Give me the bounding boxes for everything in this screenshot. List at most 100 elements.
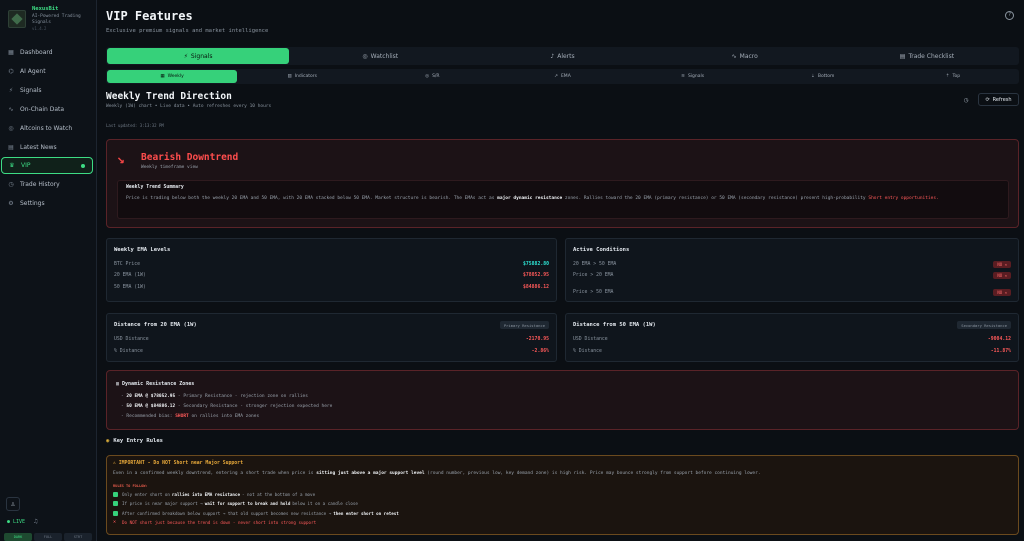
sidebar: NexusBit AI-Powered Trading Signals v1.4… bbox=[0, 0, 97, 541]
tab-label: Top bbox=[952, 74, 961, 79]
conditions-panel: Active Conditions 20 EMA > 50 EMA NO ✕ Pri… bbox=[565, 238, 1019, 302]
last-updated: Last updated: 3:13:32 PM bbox=[106, 123, 164, 128]
tab-indicators[interactable]: ▥ Indicators bbox=[237, 70, 367, 83]
summary-part-1: Price is trading below both the weekly 2… bbox=[126, 196, 498, 201]
user-icon[interactable]: ♙ bbox=[6, 497, 20, 511]
sidebar-item-dashboard[interactable]: ▦ Dashboard bbox=[1, 44, 93, 61]
rule-pre: Do NOT short just because the trend is d… bbox=[122, 520, 317, 525]
tab-weekly[interactable]: ▦ Weekly bbox=[107, 70, 238, 83]
bulb-icon: ◉ bbox=[106, 438, 110, 444]
mode-switch: DARK FULL STRT bbox=[4, 533, 92, 541]
key-entry-rules-heading: ◉ Key Entry Rules bbox=[106, 438, 163, 444]
bias-value: SHORT bbox=[175, 414, 189, 419]
tab-icon: ▤ bbox=[899, 52, 906, 60]
eye-icon: ◎ bbox=[8, 125, 14, 132]
data-row: 50 EMA (1W) $84886.12 bbox=[114, 283, 549, 291]
tab-icon: ⇣ bbox=[811, 74, 815, 79]
rule-item: After confirmed breakdown below support … bbox=[113, 511, 401, 516]
row-label: USD Distance bbox=[114, 336, 149, 342]
tab-ema[interactable]: ↗ EMA bbox=[497, 70, 627, 83]
check-icon bbox=[113, 511, 118, 516]
tab-watchlist[interactable]: ◎ Watchlist bbox=[289, 48, 471, 64]
tab-icon: ▥ bbox=[287, 74, 292, 79]
rules-follow-title: RULES TO FOLLOW: bbox=[113, 484, 148, 488]
row-value: -11.87% bbox=[990, 348, 1011, 354]
sidebar-item-label: Latest News bbox=[20, 144, 57, 151]
sidebar-item-vip[interactable]: ♛ VIP bbox=[1, 157, 93, 174]
trend-name: Bearish Downtrend bbox=[141, 152, 239, 163]
refresh-button[interactable]: ⟳ Refresh bbox=[978, 93, 1019, 106]
summary-title: Weekly Trend Summary bbox=[126, 185, 184, 190]
bias-post: on rallies into EMA zones bbox=[188, 414, 260, 419]
rule-item: If price is near major support → wait fo… bbox=[113, 501, 358, 506]
app-version: v1.4.2 bbox=[32, 26, 47, 31]
key-entry-rules-text: Key Entry Rules bbox=[113, 438, 163, 444]
app-root: NexusBit AI-Powered Trading Signals v1.4… bbox=[0, 0, 1024, 541]
live-label: LIVE bbox=[13, 519, 26, 525]
sidebar-item-signals[interactable]: ⚡ Signals bbox=[1, 82, 93, 99]
sidebar-item-label: On-Chain Data bbox=[20, 106, 65, 113]
row-value: $84886.12 bbox=[523, 284, 549, 290]
resistance-20-desc: - Primary Resistance - rejection zone on… bbox=[175, 394, 308, 399]
live-status: ● LIVE bbox=[7, 519, 26, 525]
mode-full-button[interactable]: FULL bbox=[34, 533, 62, 541]
tab-icon: ≋ bbox=[681, 74, 685, 79]
trend-card: ↘ Bearish Downtrend Weekly timeframe vie… bbox=[106, 139, 1019, 228]
row-value: $78052.95 bbox=[523, 272, 549, 278]
bell-icon[interactable]: ♫ bbox=[34, 518, 38, 525]
rule-pre: Only enter short on bbox=[122, 492, 170, 497]
mode-dark-button[interactable]: DARK bbox=[4, 533, 32, 541]
rule-bold: rallies into EMA resistance bbox=[171, 492, 240, 497]
tab-label: Bottom bbox=[817, 74, 835, 79]
page-subtitle: Exclusive premium signals and market int… bbox=[106, 28, 269, 34]
row-label: % Distance bbox=[114, 348, 143, 354]
resistance-50-desc: - Secondary Resistance - stronger reject… bbox=[175, 404, 333, 409]
warning-post: (round number, previous low, key demand … bbox=[424, 471, 761, 476]
row-value: -9004.12 bbox=[987, 336, 1011, 342]
sidebar-item-altcoins-to-watch[interactable]: ◎ Altcoins to Watch bbox=[1, 120, 93, 137]
sidebar-item-label: AI Agent bbox=[20, 68, 46, 75]
tab-icon: ⇡ bbox=[945, 74, 950, 79]
tab-trade-checklist[interactable]: ▤ Trade Checklist bbox=[836, 48, 1018, 64]
section-subtitle: Weekly (1W) chart • Live data • Auto ref… bbox=[106, 104, 272, 109]
tab-label: Signals bbox=[687, 74, 705, 79]
row-value: NO ✕ bbox=[993, 271, 1011, 279]
sidebar-item-label: VIP bbox=[21, 162, 31, 169]
brand[interactable]: NexusBit AI-Powered Trading Signals v1.4… bbox=[6, 6, 92, 34]
help-icon[interactable]: ? bbox=[1005, 11, 1014, 20]
clock-icon[interactable]: ◷ bbox=[964, 96, 968, 104]
tab-signals[interactable]: ≋ Signals bbox=[628, 70, 758, 83]
row-label: BTC Price bbox=[114, 261, 140, 267]
data-row: Price > 50 EMA NO ✕ bbox=[573, 288, 1011, 296]
sidebar-item-label: Dashboard bbox=[20, 49, 53, 56]
row-value: -2170.95 bbox=[525, 336, 549, 342]
sidebar-item-trade-history[interactable]: ◷ Trade History bbox=[1, 176, 93, 193]
sidebar-item-on-chain-data[interactable]: ∿ On-Chain Data bbox=[1, 101, 93, 118]
tab-bottom[interactable]: ⇣ Bottom bbox=[758, 70, 888, 83]
page-title: VIP Features bbox=[106, 9, 193, 23]
summary-part-2: zones. Rallies toward the 20 EMA (primar… bbox=[562, 196, 869, 201]
check-icon bbox=[113, 501, 118, 506]
resistance-title: ▥ Dynamic Resistance Zones bbox=[116, 381, 194, 387]
app-name: NexusBit bbox=[32, 6, 59, 12]
section-title: Weekly Trend Direction bbox=[106, 91, 232, 102]
tab-top[interactable]: ⇡ Top bbox=[888, 70, 1018, 83]
tab-signals[interactable]: ⚡ Signals bbox=[107, 48, 290, 64]
mode-strt-button[interactable]: STRT bbox=[64, 533, 92, 541]
resistance-50-level: 50 EMA @ $84886.12 bbox=[126, 404, 176, 409]
ema-levels-title: Weekly EMA Levels bbox=[114, 247, 171, 253]
rule-pre: After confirmed breakdown below support … bbox=[122, 511, 332, 516]
sidebar-item-latest-news[interactable]: ▤ Latest News bbox=[1, 139, 93, 156]
data-row: 20 EMA > 50 EMA NO ✕ bbox=[573, 260, 1011, 268]
tab-icon: ↗ bbox=[554, 74, 558, 79]
bias-pre: - Recommended bias: bbox=[121, 414, 176, 419]
tab-alerts[interactable]: ♪ Alerts bbox=[471, 48, 653, 64]
tab-macro[interactable]: ∿ Macro bbox=[654, 48, 836, 64]
sidebar-item-label: Altcoins to Watch bbox=[20, 125, 73, 132]
summary-red: Short entry opportunities. bbox=[868, 196, 939, 201]
sidebar-item-settings[interactable]: ⚙ Settings bbox=[1, 195, 93, 212]
data-row: 20 EMA (1W) $78052.95 bbox=[114, 271, 549, 279]
resistance-line-50: - 50 EMA @ $84886.12 - Secondary Resista… bbox=[121, 404, 333, 409]
sidebar-item-ai-agent[interactable]: ⌬ AI Agent bbox=[1, 63, 93, 80]
tab-s-r[interactable]: ◎ S/R bbox=[367, 70, 497, 83]
